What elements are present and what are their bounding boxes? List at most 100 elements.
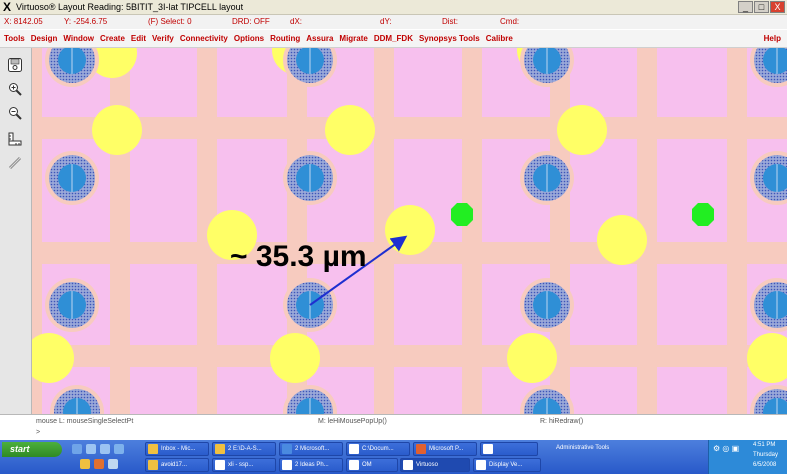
zoom-out-tool[interactable] bbox=[6, 104, 24, 122]
cmd-readout: Cmd: bbox=[500, 17, 520, 26]
taskbar-button-label: xli - ssp... bbox=[228, 462, 254, 468]
taskbar-button[interactable]: Virtuoso bbox=[400, 458, 470, 472]
menu-item-edit[interactable]: Edit bbox=[131, 30, 146, 47]
ruler-tool[interactable] bbox=[6, 130, 24, 148]
yellow-pad bbox=[325, 105, 375, 155]
layout-canvas[interactable]: ~ 35.3 µm bbox=[32, 48, 787, 414]
taskbar-button[interactable] bbox=[480, 442, 538, 456]
taskbar-button-label: 2 Ideas Ph... bbox=[295, 462, 329, 468]
maximize-button[interactable]: □ bbox=[754, 1, 769, 13]
app-icon bbox=[483, 444, 493, 454]
yellow-pad bbox=[270, 333, 320, 383]
measurement-label: ~ 35.3 µm bbox=[230, 240, 367, 273]
zoom-in-tool[interactable] bbox=[6, 80, 24, 98]
system-tray: ⚙ ◎ ▣ 4:51 PM Thursday 6/5/2008 bbox=[708, 440, 787, 474]
taskbar-button-label: OM bbox=[362, 462, 372, 468]
coordinate-status-bar: X: 8142.05 Y: -254.6.75 (F) Select: 0 DR… bbox=[0, 15, 787, 29]
taskbar-button[interactable]: 2 Microsoft... bbox=[279, 442, 343, 456]
menu-item-connectivity[interactable]: Connectivity bbox=[180, 30, 228, 47]
left-toolbar bbox=[0, 48, 32, 414]
taskbar-button[interactable]: C:\Docum... bbox=[346, 442, 410, 456]
quick-launch-icon[interactable] bbox=[100, 444, 110, 454]
dx-readout: dX: bbox=[290, 17, 303, 26]
taskbar-button[interactable]: xli - ssp... bbox=[212, 458, 276, 472]
app-icon bbox=[416, 444, 426, 454]
menu-item-tools[interactable]: Tools bbox=[4, 30, 25, 47]
start-button[interactable]: start bbox=[2, 442, 62, 457]
quick-launch-icon[interactable] bbox=[86, 444, 96, 454]
horizontal-trace bbox=[32, 117, 787, 139]
mouse-right-binding: R: hiRedraw() bbox=[540, 418, 584, 425]
taskbar-button[interactable]: OM bbox=[346, 458, 398, 472]
app-icon bbox=[282, 444, 292, 454]
x-coordinate: X: 8142.05 bbox=[4, 17, 43, 26]
window-title: Virtuoso® Layout Reading: 5BITIT_3I-lat … bbox=[16, 2, 244, 12]
administrative-tools-toolbar[interactable]: Administrative Tools bbox=[556, 442, 612, 470]
pencil-tool[interactable] bbox=[6, 154, 24, 172]
taskbar-button[interactable]: 2 E:\D-A-S... bbox=[212, 442, 276, 456]
green-marker bbox=[692, 203, 714, 226]
drd-status: DRD: OFF bbox=[232, 17, 270, 26]
clock-time[interactable]: 4:51 PM bbox=[753, 442, 775, 448]
yellow-pad bbox=[92, 105, 142, 155]
taskbar-button-label: avoid17... bbox=[161, 462, 188, 468]
vertical-trace bbox=[727, 48, 747, 414]
yellow-pad bbox=[507, 333, 557, 383]
quick-launch-icon[interactable] bbox=[72, 444, 82, 454]
menu-item-window[interactable]: Window bbox=[63, 30, 94, 47]
clock-date: 6/5/2008 bbox=[753, 462, 777, 468]
y-coordinate: Y: -254.6.75 bbox=[64, 17, 108, 26]
quick-launch-icon[interactable] bbox=[94, 459, 104, 469]
taskbar-button[interactable]: Microsoft P... bbox=[413, 442, 477, 456]
command-prompt[interactable]: > bbox=[36, 429, 40, 436]
app-icon bbox=[476, 460, 486, 470]
app-icon bbox=[148, 444, 158, 454]
select-count: (F) Select: 0 bbox=[148, 17, 192, 26]
app-icon bbox=[148, 460, 158, 470]
menu-bar: Tools Design Window Create Edit Verify Connect… bbox=[0, 30, 787, 48]
clock-day: Thursday bbox=[753, 452, 779, 458]
menu-item-help[interactable]: Help bbox=[764, 30, 781, 47]
app-icon bbox=[215, 444, 225, 454]
horizontal-trace bbox=[32, 345, 787, 367]
quick-launch-icon[interactable] bbox=[114, 444, 124, 454]
menu-item-ddm-fdk[interactable]: DDM_FDK bbox=[374, 30, 413, 47]
pencil-icon bbox=[8, 156, 22, 170]
mouse-left-binding: mouse L: mouseSingleSelectPt bbox=[36, 418, 134, 425]
quick-launch-icon[interactable] bbox=[80, 459, 90, 469]
floppy-icon bbox=[8, 58, 22, 72]
menu-item-verify[interactable]: Verify bbox=[152, 30, 174, 47]
taskbar-button[interactable]: 2 Ideas Ph... bbox=[279, 458, 343, 472]
zoom-out-icon bbox=[9, 107, 22, 120]
taskbar-button[interactable]: Inbox - Mic... bbox=[145, 442, 209, 456]
taskbar-button-label: 2 Microsoft... bbox=[295, 446, 330, 452]
tray-icons[interactable]: ⚙ ◎ ▣ bbox=[713, 444, 739, 453]
menu-item-calibre[interactable]: Calibre bbox=[486, 30, 513, 47]
quick-launch bbox=[72, 444, 124, 454]
menu-item-assura[interactable]: Assura bbox=[306, 30, 333, 47]
quick-launch-row2 bbox=[80, 459, 118, 469]
app-icon bbox=[349, 460, 359, 470]
taskbar-button-label: C:\Docum... bbox=[362, 446, 394, 452]
menu-item-migrate[interactable]: Migrate bbox=[339, 30, 367, 47]
menu-item-design[interactable]: Design bbox=[31, 30, 58, 47]
menu-item-routing[interactable]: Routing bbox=[270, 30, 300, 47]
save-tool[interactable] bbox=[6, 56, 24, 74]
menu-item-create[interactable]: Create bbox=[100, 30, 125, 47]
layout-drawing[interactable]: ~ 35.3 µm bbox=[32, 48, 787, 414]
dy-readout: dY: bbox=[380, 17, 392, 26]
taskbar-button-label: Display Ve... bbox=[489, 462, 523, 468]
taskbar-button[interactable]: Display Ve... bbox=[473, 458, 541, 472]
green-marker bbox=[451, 203, 473, 226]
yellow-pad bbox=[385, 205, 435, 255]
minimize-button[interactable]: _ bbox=[738, 1, 753, 13]
app-icon bbox=[282, 460, 292, 470]
taskbar-button[interactable]: avoid17... bbox=[145, 458, 209, 472]
vertical-trace bbox=[110, 48, 130, 414]
menu-item-options[interactable]: Options bbox=[234, 30, 264, 47]
menu-item-synopsys-tools[interactable]: Synopsys Tools bbox=[419, 30, 480, 47]
quick-launch-icon[interactable] bbox=[108, 459, 118, 469]
close-button[interactable]: X bbox=[770, 1, 785, 13]
dist-readout: Dist: bbox=[442, 17, 458, 26]
vertical-trace bbox=[462, 48, 482, 414]
